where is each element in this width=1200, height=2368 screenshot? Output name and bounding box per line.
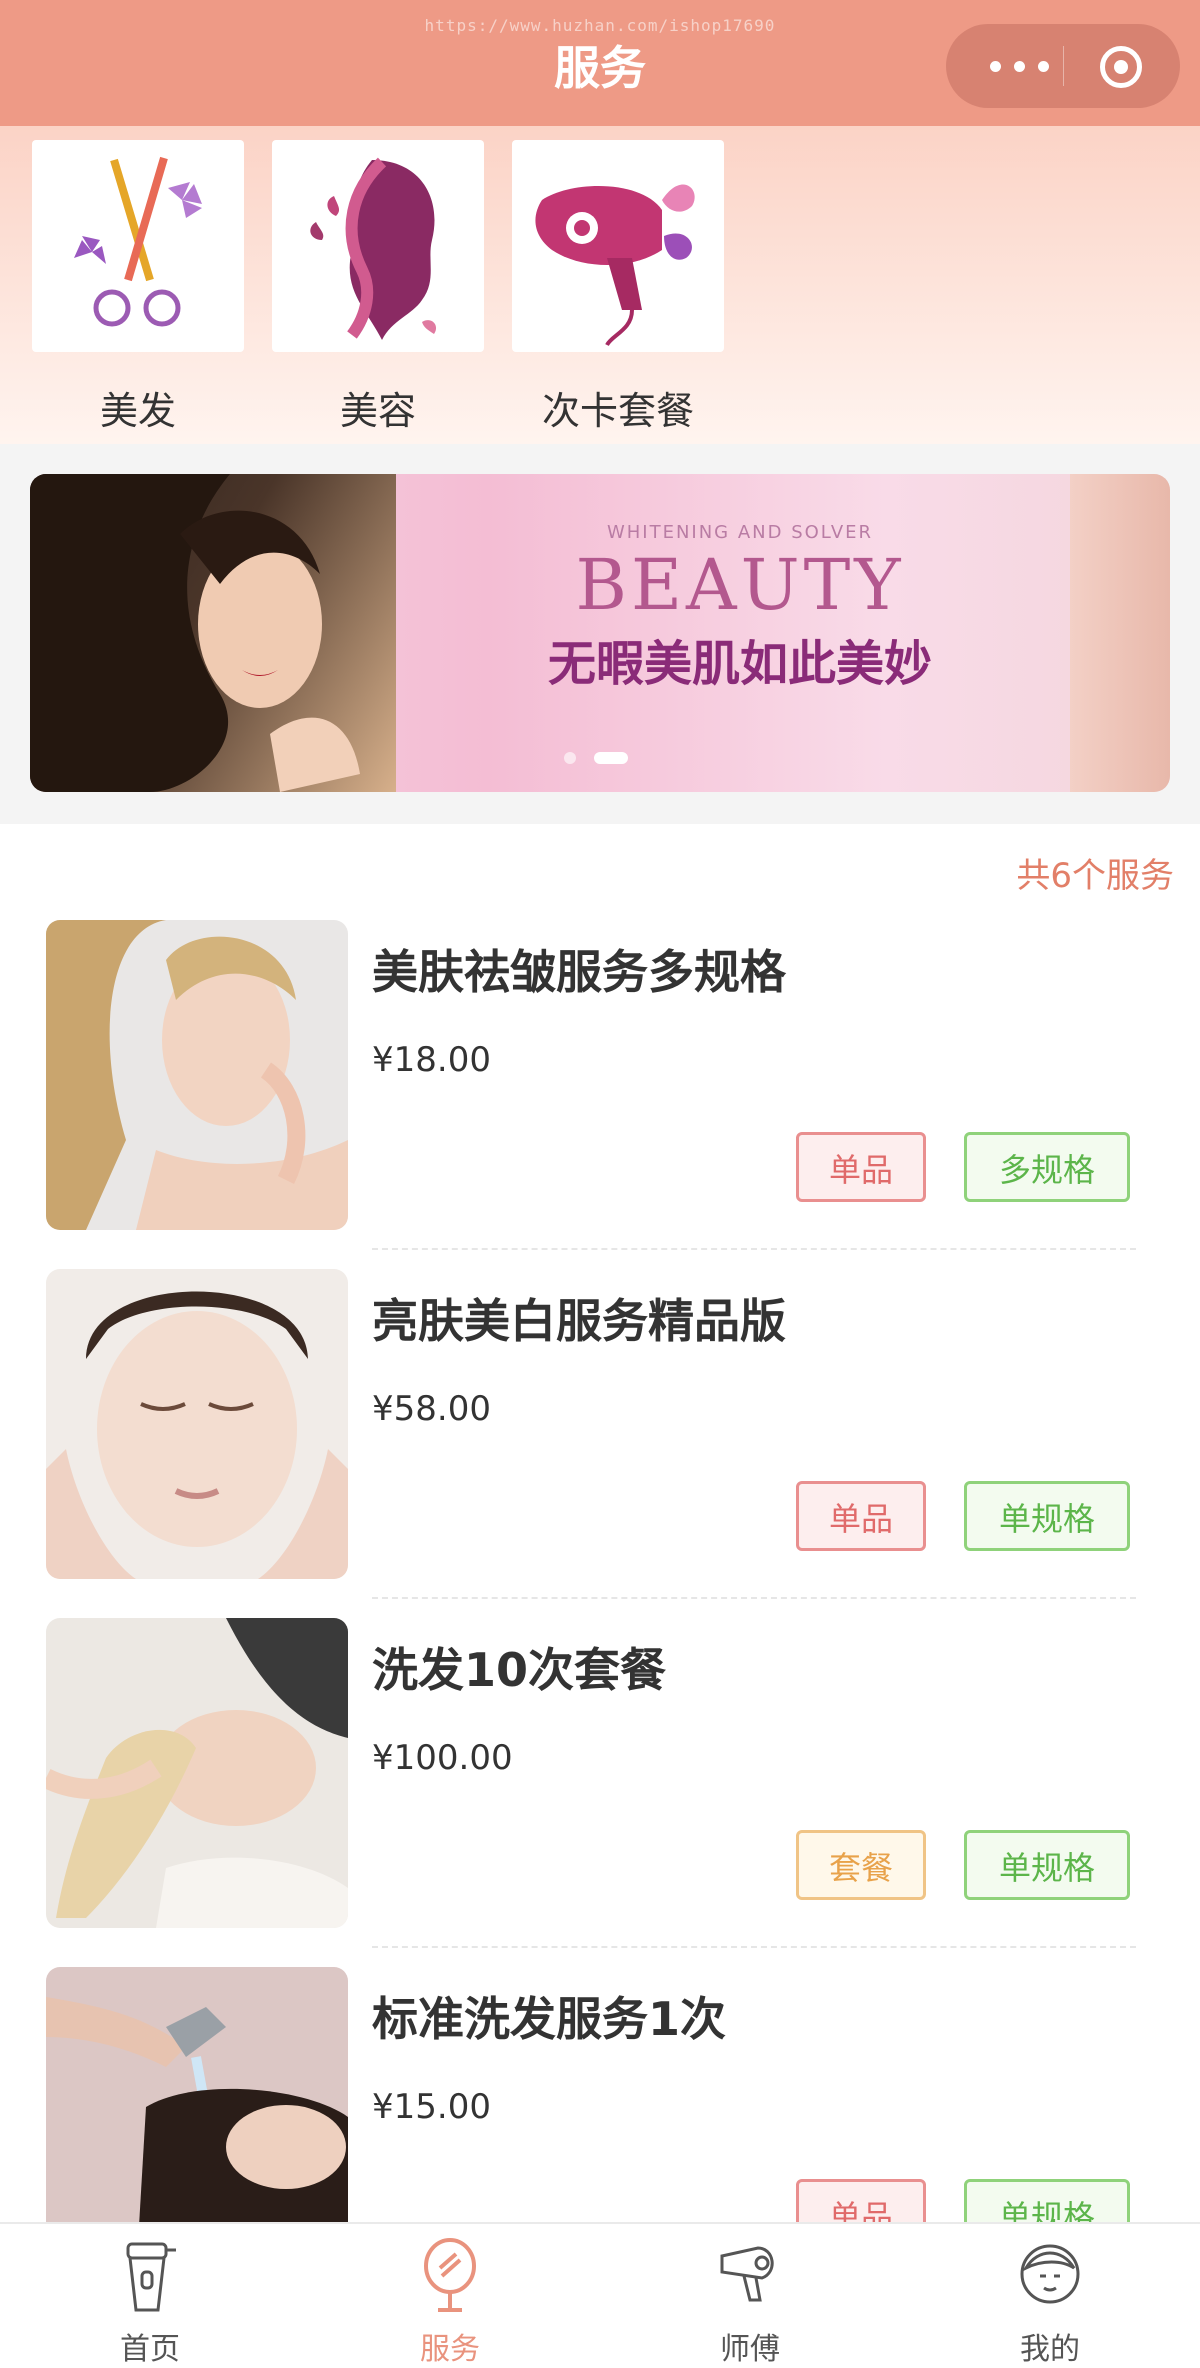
service-name: 标准洗发服务1次 (372, 1992, 727, 2046)
service-count: 共6个服务 (1016, 856, 1174, 896)
tab-stylists[interactable]: 师傅 (600, 2224, 900, 2368)
service-price: ¥18.00 (372, 1040, 491, 1080)
mini-program-capsule (946, 24, 1180, 108)
service-name: 美肤祛皱服务多规格 (372, 945, 786, 999)
category-hair[interactable]: 美发 (32, 140, 244, 435)
service-name: 亮肤美白服务精品版 (372, 1294, 786, 1348)
tab-label: 服务 (420, 2332, 480, 2367)
service-image (46, 1269, 348, 1579)
tab-mine[interactable]: 我的 (900, 2224, 1200, 2368)
carousel-dot-1[interactable] (564, 752, 576, 764)
category-beauty[interactable]: 美容 (272, 140, 484, 435)
service-type-tag: 单品 (796, 2179, 926, 2222)
woman-face-icon (272, 140, 484, 352)
service-item[interactable]: 洗发10次套餐 ¥100.00 套餐 单规格 (46, 1618, 1136, 1948)
mirror-icon (418, 2238, 482, 2314)
tab-services[interactable]: 服务 (300, 2224, 600, 2368)
service-price: ¥15.00 (372, 2087, 491, 2127)
category-label: 美发 (99, 389, 176, 433)
tab-label: 首页 (120, 2332, 180, 2367)
spec-type-tag: 单规格 (964, 1830, 1130, 1900)
item-divider (372, 1946, 1136, 1948)
carousel-dot-2-active[interactable] (594, 752, 628, 764)
service-type-tag: 套餐 (796, 1830, 926, 1900)
service-price: ¥58.00 (372, 1389, 491, 1429)
more-icon[interactable] (978, 56, 1062, 76)
service-item[interactable]: 美肤祛皱服务多规格 ¥18.00 单品 多规格 (46, 920, 1136, 1250)
hair-dryer-icon (718, 2238, 782, 2314)
user-face-icon (1018, 2238, 1082, 2314)
service-price: ¥100.00 (372, 1738, 513, 1778)
banner-headline: BEAUTY (575, 544, 905, 626)
capsule-divider (1063, 46, 1064, 86)
item-divider (372, 1248, 1136, 1250)
tab-label: 师傅 (720, 2332, 780, 2367)
service-item[interactable]: 亮肤美白服务精品版 ¥58.00 单品 单规格 (46, 1269, 1136, 1599)
category-label: 美容 (339, 389, 416, 433)
spec-type-tag: 单规格 (964, 2179, 1130, 2222)
shaver-icon (118, 2238, 182, 2314)
service-image (46, 1618, 348, 1928)
tab-home[interactable]: 首页 (0, 2224, 300, 2368)
bottom-tab-bar: 首页 服务 师傅 我的 (0, 2222, 1200, 2368)
spec-type-tag: 多规格 (964, 1132, 1130, 1202)
service-item[interactable]: 标准洗发服务1次 ¥15.00 单品 单规格 (46, 1967, 1136, 2222)
service-image (46, 920, 348, 1230)
category-label: 次卡套餐 (541, 389, 694, 433)
category-grid: 美发 美容 次卡套餐 (0, 126, 1200, 444)
service-name: 洗发10次套餐 (372, 1643, 667, 1697)
banner-slogan: 无暇美肌如此美妙 (547, 636, 932, 692)
service-image (46, 1967, 348, 2222)
tab-label: 我的 (1020, 2332, 1080, 2367)
hair-dryer-icon (512, 140, 724, 352)
item-divider (372, 1597, 1136, 1599)
promo-banner-carousel[interactable]: WHITENING AND SOLVER BEAUTY 无暇美肌如此美妙 (30, 474, 1170, 792)
banner-small-text: WHITENING AND SOLVER (606, 522, 874, 543)
category-card-package[interactable]: 次卡套餐 (512, 140, 724, 435)
close-mini-program-icon[interactable] (1100, 46, 1142, 88)
banner-model-image (30, 474, 396, 792)
carousel-indicator (564, 752, 664, 764)
service-type-tag: 单品 (796, 1132, 926, 1202)
service-type-tag: 单品 (796, 1481, 926, 1551)
scissors-icon (32, 140, 244, 352)
nav-bar: https://www.huzhan.com/ishop17690 服务 (0, 0, 1200, 126)
spec-type-tag: 单规格 (964, 1481, 1130, 1551)
banner-face-image (1070, 474, 1170, 792)
